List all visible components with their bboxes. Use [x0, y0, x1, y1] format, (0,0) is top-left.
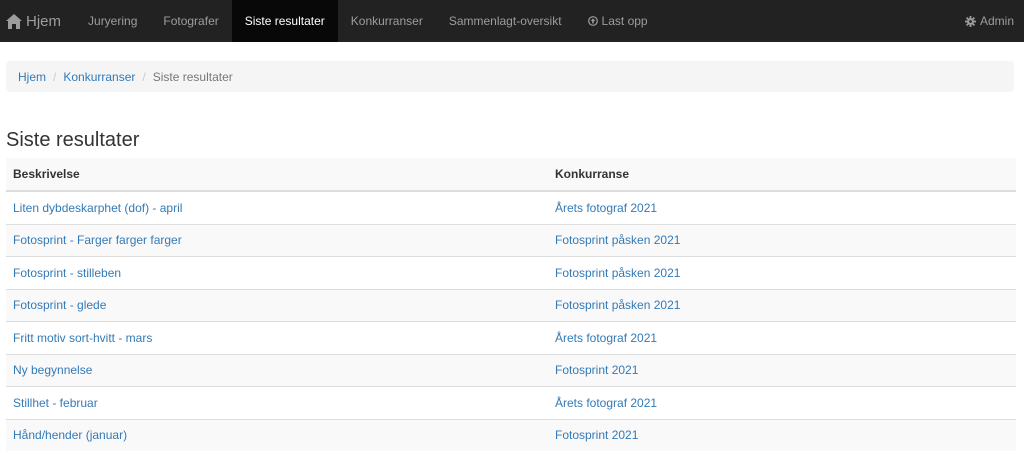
- breadcrumb-separator: /: [142, 69, 146, 84]
- result-link[interactable]: Fritt motiv sort-hvitt - mars: [13, 331, 152, 345]
- result-link[interactable]: Fotosprint - glede: [13, 298, 106, 312]
- column-header-beskrivelse: Beskrivelse: [6, 158, 548, 192]
- column-header-konkurranse: Konkurranse: [548, 158, 1016, 192]
- nav-item-fotografer[interactable]: Fotografer: [150, 0, 231, 42]
- competition-link[interactable]: Fotosprint påsken 2021: [555, 233, 680, 247]
- results-table: Beskrivelse Konkurranse Liten dybdeskarp…: [6, 158, 1016, 451]
- result-link[interactable]: Hånd/hender (januar): [13, 428, 127, 442]
- table-row: Fotosprint - stilleben Fotosprint påsken…: [6, 256, 1016, 289]
- brand-home-link[interactable]: Hjem: [0, 0, 75, 42]
- competition-link[interactable]: Fotosprint 2021: [555, 428, 638, 442]
- nav-item-siste-resultater[interactable]: Siste resultater: [231, 0, 338, 42]
- competition-link[interactable]: Fotosprint 2021: [555, 363, 638, 377]
- brand-label: Hjem: [26, 12, 62, 30]
- nav-item-juryering[interactable]: Juryering: [75, 0, 150, 42]
- breadcrumb-link-konkurranser[interactable]: Konkurranser: [63, 70, 135, 84]
- home-icon: [6, 13, 22, 29]
- breadcrumb-current: Siste resultater: [152, 69, 233, 84]
- result-link[interactable]: Fotosprint - Farger farger farger: [13, 233, 182, 247]
- gear-icon: [964, 15, 976, 27]
- nav-item-label: Last opp: [601, 14, 648, 28]
- result-link[interactable]: Fotosprint - stilleben: [13, 266, 121, 280]
- nav-item-label: Fotografer: [163, 14, 219, 28]
- competition-link[interactable]: Fotosprint påsken 2021: [555, 298, 680, 312]
- table-row: Stillhet - februar Årets fotograf 2021: [6, 386, 1016, 419]
- admin-label: Admin: [979, 14, 1014, 28]
- result-link[interactable]: Stillhet - februar: [13, 396, 98, 410]
- nav-item-label: Juryering: [88, 14, 138, 28]
- table-row: Hånd/hender (januar) Fotosprint 2021: [6, 418, 1016, 451]
- page-title: Siste resultater: [6, 129, 140, 151]
- table-row: Fritt motiv sort-hvitt - mars Årets foto…: [6, 321, 1016, 354]
- result-link[interactable]: Ny begynnelse: [13, 363, 92, 377]
- competition-link[interactable]: Fotosprint påsken 2021: [555, 266, 680, 280]
- breadcrumb-separator: /: [53, 69, 57, 84]
- competition-link[interactable]: Årets fotograf 2021: [555, 201, 657, 215]
- table-row: Fotosprint - Farger farger farger Fotosp…: [6, 223, 1016, 257]
- nav-item-konkurranser[interactable]: Konkurranser: [338, 0, 436, 42]
- table-row: Fotosprint - glede Fotosprint påsken 202…: [6, 288, 1016, 322]
- nav-item-label: Siste resultater: [244, 14, 325, 28]
- table-header-row: Beskrivelse Konkurranse: [6, 158, 1016, 192]
- top-navbar: Hjem Juryering Fotografer Siste resultat…: [0, 0, 1024, 42]
- table-row: Ny begynnelse Fotosprint 2021: [6, 353, 1016, 387]
- nav-item-label: Konkurranser: [350, 14, 423, 28]
- nav-item-sammenlagt-oversikt[interactable]: Sammenlagt-oversikt: [436, 0, 575, 42]
- nav-item-last-opp[interactable]: Last opp: [575, 0, 661, 42]
- upload-icon: [587, 16, 598, 26]
- nav-item-label: Sammenlagt-oversikt: [448, 14, 562, 28]
- table-row: Liten dybdeskarphet (dof) - april Årets …: [6, 190, 1016, 224]
- main-nav: Juryering Fotografer Siste resultater Ko…: [75, 0, 661, 42]
- competition-link[interactable]: Årets fotograf 2021: [555, 331, 657, 345]
- breadcrumb-link-hjem[interactable]: Hjem: [18, 70, 46, 84]
- breadcrumb: Hjem / Konkurranser / Siste resultater: [6, 61, 1014, 92]
- competition-link[interactable]: Årets fotograf 2021: [555, 396, 657, 410]
- result-link[interactable]: Liten dybdeskarphet (dof) - april: [13, 201, 182, 215]
- admin-menu[interactable]: Admin: [964, 0, 1014, 42]
